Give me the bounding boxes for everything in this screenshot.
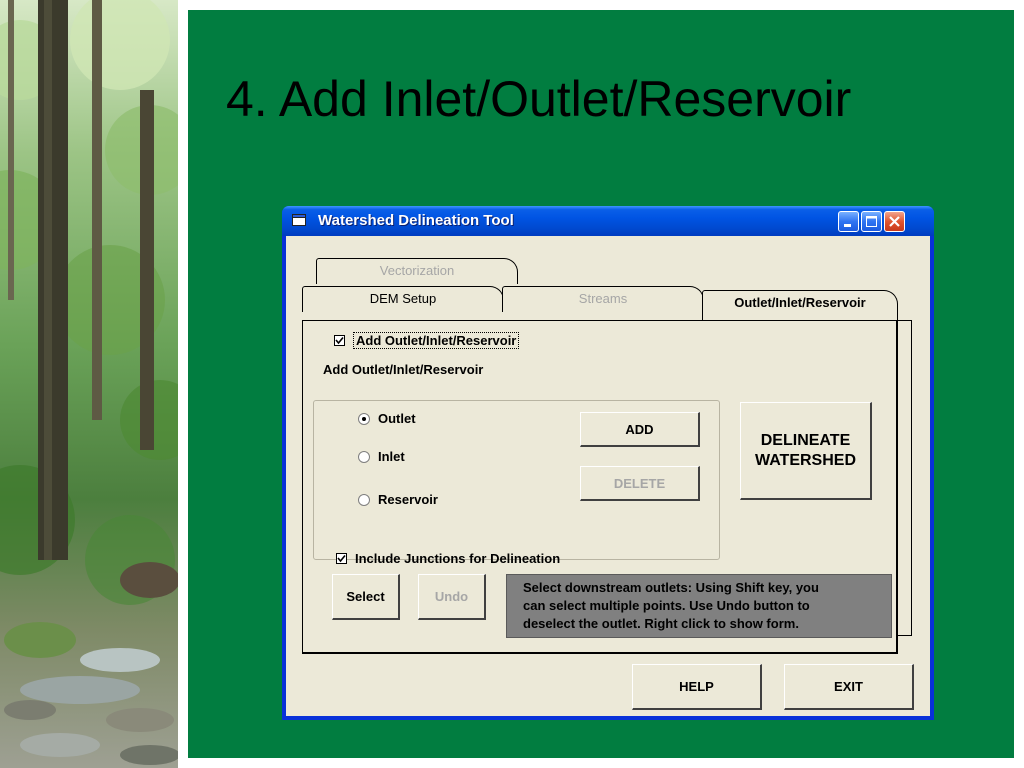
radio-outlet[interactable]: Outlet <box>358 411 416 426</box>
add-outlet-group-label: Add Outlet/Inlet/Reservoir <box>320 362 487 377</box>
delineate-watershed-button[interactable]: DELINEATE WATERSHED <box>740 402 872 500</box>
radio-reservoir[interactable]: Reservoir <box>358 492 438 507</box>
help-button[interactable]: HELP <box>632 664 762 710</box>
add-outlet-checkbox[interactable]: Add Outlet/Inlet/Reservoir <box>334 332 520 349</box>
close-button[interactable] <box>884 211 905 232</box>
close-icon <box>889 216 900 227</box>
delineate-button-line2: WATERSHED <box>754 451 857 469</box>
exit-button[interactable]: EXIT <box>784 664 914 710</box>
minimize-button[interactable] <box>838 211 859 232</box>
slide-title: 4. Add Inlet/Outlet/Reservoir <box>226 71 852 127</box>
delete-button[interactable]: DELETE <box>580 466 700 501</box>
status-message: Select downstream outlets: Using Shift k… <box>506 574 892 638</box>
tab-dem-setup[interactable]: DEM Setup <box>302 286 504 312</box>
radio-reservoir-dot[interactable] <box>358 493 370 506</box>
radio-outlet-label: Outlet <box>378 411 416 426</box>
app-window: Watershed Delineation Tool Vectorization… <box>282 206 934 720</box>
include-junctions-checkbox-box[interactable] <box>336 553 347 564</box>
tab-outlet-inlet-reservoir[interactable]: Outlet/Inlet/Reservoir <box>702 290 898 320</box>
tab-streams[interactable]: Streams <box>502 286 704 312</box>
add-outlet-checkbox-box[interactable] <box>334 335 345 346</box>
status-message-line: Select downstream outlets: Using Shift k… <box>523 580 819 595</box>
add-outlet-checkbox-label: Add Outlet/Inlet/Reservoir <box>353 332 520 349</box>
undo-button[interactable]: Undo <box>418 574 486 620</box>
window-title: Watershed Delineation Tool <box>318 212 514 229</box>
status-message-line: can select multiple points. Use Undo but… <box>523 598 810 613</box>
status-message-line: deselect the outlet. Right click to show… <box>523 616 799 631</box>
window-titlebar[interactable]: Watershed Delineation Tool <box>282 206 934 236</box>
forest-illustration <box>0 0 178 765</box>
tab-outlet-label: Outlet/Inlet/Reservoir <box>734 295 866 310</box>
checkmark-icon <box>335 336 344 345</box>
panel-back-edge <box>898 320 912 636</box>
minimize-icon <box>844 224 851 227</box>
maximize-button[interactable] <box>861 211 882 232</box>
window-client-area: Vectorization DEM Setup Streams Outlet/I… <box>286 236 930 716</box>
tab-vectorization[interactable]: Vectorization <box>316 258 518 284</box>
add-button[interactable]: ADD <box>580 412 700 447</box>
radio-outlet-dot[interactable] <box>358 412 370 425</box>
select-button[interactable]: Select <box>332 574 400 620</box>
maximize-icon <box>866 216 877 227</box>
app-icon <box>292 214 306 226</box>
include-junctions-label: Include Junctions for Delineation <box>355 551 561 566</box>
tab-dem-setup-label: DEM Setup <box>369 291 437 306</box>
radio-reservoir-label: Reservoir <box>378 492 438 507</box>
radio-inlet-dot[interactable] <box>358 450 370 463</box>
delineate-button-line1: DELINEATE <box>760 431 851 449</box>
radio-inlet-label: Inlet <box>378 449 405 464</box>
forest-photo <box>0 0 178 768</box>
tab-streams-label: Streams <box>578 291 628 306</box>
include-junctions-checkbox[interactable]: Include Junctions for Delineation <box>336 551 560 566</box>
tab-vectorization-label: Vectorization <box>379 263 455 278</box>
radio-inlet[interactable]: Inlet <box>358 449 405 464</box>
checkmark-icon <box>337 554 346 563</box>
